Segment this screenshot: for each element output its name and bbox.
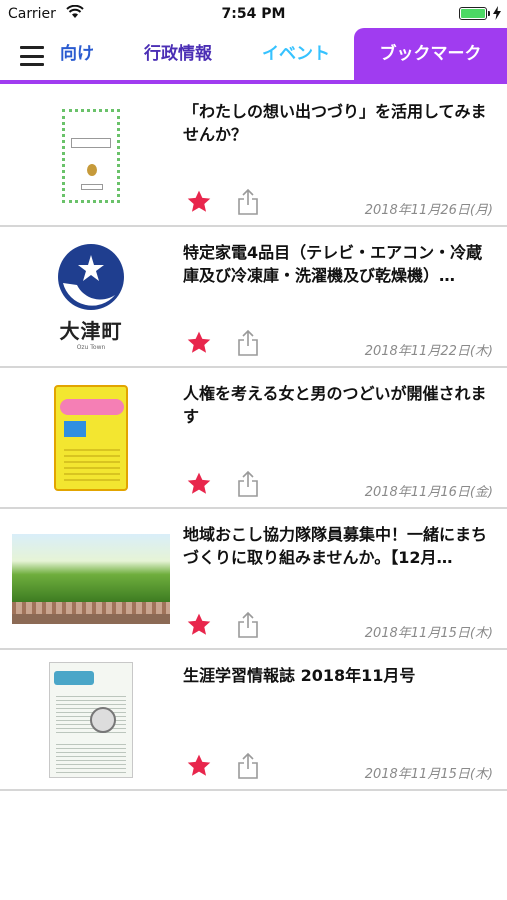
list-item[interactable]: 生涯学習情報誌 2018年11月号 2018年11月15日(木) — [0, 650, 507, 791]
tab-indicator-bar — [0, 80, 507, 84]
article-title: 「わたしの想い出つづり」を活用してみませんか？ — [183, 102, 487, 144]
charging-bolt-icon — [493, 6, 501, 20]
article-date: 2018年11月15日(木) — [364, 626, 493, 641]
bookmark-star-icon[interactable] — [186, 753, 212, 779]
status-bar: Carrier 7:54 PM — [0, 0, 507, 28]
article-date: 2018年11月16日(金) — [364, 485, 493, 500]
article-title: 特定家電4品目（テレビ・エアコン・冷蔵庫及び冷凍庫・洗濯機及び乾燥機）… — [183, 243, 483, 285]
battery-icon — [459, 7, 490, 20]
list-item[interactable]: 「わたしの想い出つづり」を活用してみませんか？ 2018年11月26日(月) — [0, 86, 507, 227]
tab-bookmarks[interactable]: ブックマーク — [354, 28, 507, 82]
article-date: 2018年11月26日(月) — [364, 203, 493, 218]
thumbnail-image: 大津町 Ozu Town — [12, 235, 170, 359]
bookmark-star-icon[interactable] — [186, 471, 212, 497]
share-icon[interactable] — [236, 188, 260, 216]
clock: 7:54 PM — [221, 6, 286, 22]
bookmark-star-icon[interactable] — [186, 330, 212, 356]
ozu-town-logo-subtext: Ozu Town — [76, 344, 106, 351]
thumbnail-image — [12, 376, 170, 500]
ozu-town-logo-text: 大津町 — [59, 319, 123, 343]
thumbnail-image — [12, 517, 170, 641]
bookmark-star-icon[interactable] — [186, 189, 212, 215]
tab-administrative-info[interactable]: 行政情報 — [128, 28, 228, 80]
list-item[interactable]: 人権を考える女と男のつどいが開催されます 2018年11月16日(金) — [0, 368, 507, 509]
article-date: 2018年11月22日(木) — [364, 344, 493, 359]
article-title: 生涯学習情報誌 2018年11月号 — [183, 666, 416, 685]
list-item[interactable]: 地域おこし協力隊隊員募集中！一緒にまちづくりに取り組みませんか。【12月… 20… — [0, 509, 507, 650]
tab-category[interactable]: 向け — [56, 28, 96, 80]
tab-bar: 向け 行政情報 イベント ブックマーク — [0, 28, 507, 84]
article-title: 人権を考える女と男のつどいが開催されます — [183, 384, 487, 426]
bookmark-star-icon[interactable] — [186, 612, 212, 638]
thumbnail-image — [12, 94, 170, 218]
share-icon[interactable] — [236, 329, 260, 357]
tab-events[interactable]: イベント — [246, 28, 346, 80]
thumbnail-image — [12, 658, 170, 782]
share-icon[interactable] — [236, 611, 260, 639]
article-title: 地域おこし協力隊隊員募集中！一緒にまちづくりに取り組みませんか。【12月… — [183, 525, 488, 567]
ozu-town-logo-icon — [58, 244, 124, 310]
share-icon[interactable] — [236, 752, 260, 780]
bookmark-list: 「わたしの想い出つづり」を活用してみませんか？ 2018年11月26日(月) 大… — [0, 86, 507, 791]
article-date: 2018年11月15日(木) — [364, 767, 493, 782]
share-icon[interactable] — [236, 470, 260, 498]
list-item[interactable]: 大津町 Ozu Town 特定家電4品目（テレビ・エアコン・冷蔵庫及び冷凍庫・洗… — [0, 227, 507, 368]
hamburger-menu-icon[interactable] — [20, 46, 44, 66]
